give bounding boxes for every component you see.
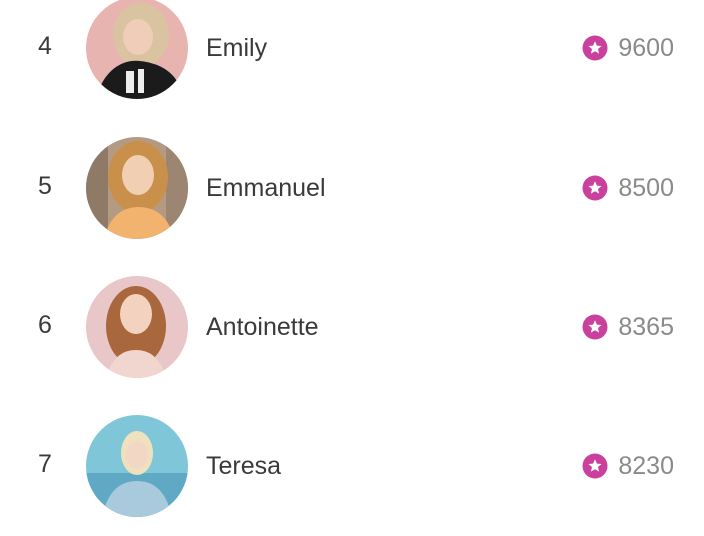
score-value: 9600 — [618, 34, 674, 62]
avatar-photo-image — [86, 415, 188, 517]
score-value: 8365 — [618, 313, 674, 341]
leaderboard-list: 4 Emily 9600 5 Emmanuel 8500 6 Antoinett… — [0, 0, 704, 536]
score: 8500 — [582, 173, 674, 203]
score-value: 8500 — [618, 174, 674, 202]
score-value: 8230 — [618, 452, 674, 480]
player-name: Antoinette — [206, 313, 319, 341]
player-name: Teresa — [206, 452, 282, 480]
rank-number: 7 — [38, 450, 52, 478]
leaderboard-row[interactable]: 7 Teresa 8230 — [0, 415, 704, 519]
star-badge-icon — [582, 175, 608, 201]
avatar[interactable] — [86, 0, 188, 99]
score: 8230 — [582, 451, 674, 481]
score: 8365 — [582, 312, 674, 342]
player-name: Emmanuel — [206, 174, 326, 202]
leaderboard-row[interactable]: 5 Emmanuel 8500 — [0, 137, 704, 241]
star-badge-icon — [582, 453, 608, 479]
player-name: Emily — [206, 34, 268, 62]
avatar-photo-image — [86, 276, 188, 378]
avatar[interactable] — [86, 415, 188, 517]
avatar-photo-image — [86, 0, 188, 99]
avatar-photo-image — [86, 137, 188, 239]
star-badge-icon — [582, 314, 608, 340]
leaderboard-row[interactable]: 4 Emily 9600 — [0, 0, 704, 101]
leaderboard-row[interactable]: 6 Antoinette 8365 — [0, 276, 704, 380]
star-badge-icon — [582, 35, 608, 61]
rank-number: 5 — [38, 172, 52, 200]
score: 9600 — [582, 33, 674, 63]
rank-number: 6 — [38, 311, 52, 339]
avatar[interactable] — [86, 276, 188, 378]
avatar[interactable] — [86, 137, 188, 239]
rank-number: 4 — [38, 32, 52, 60]
